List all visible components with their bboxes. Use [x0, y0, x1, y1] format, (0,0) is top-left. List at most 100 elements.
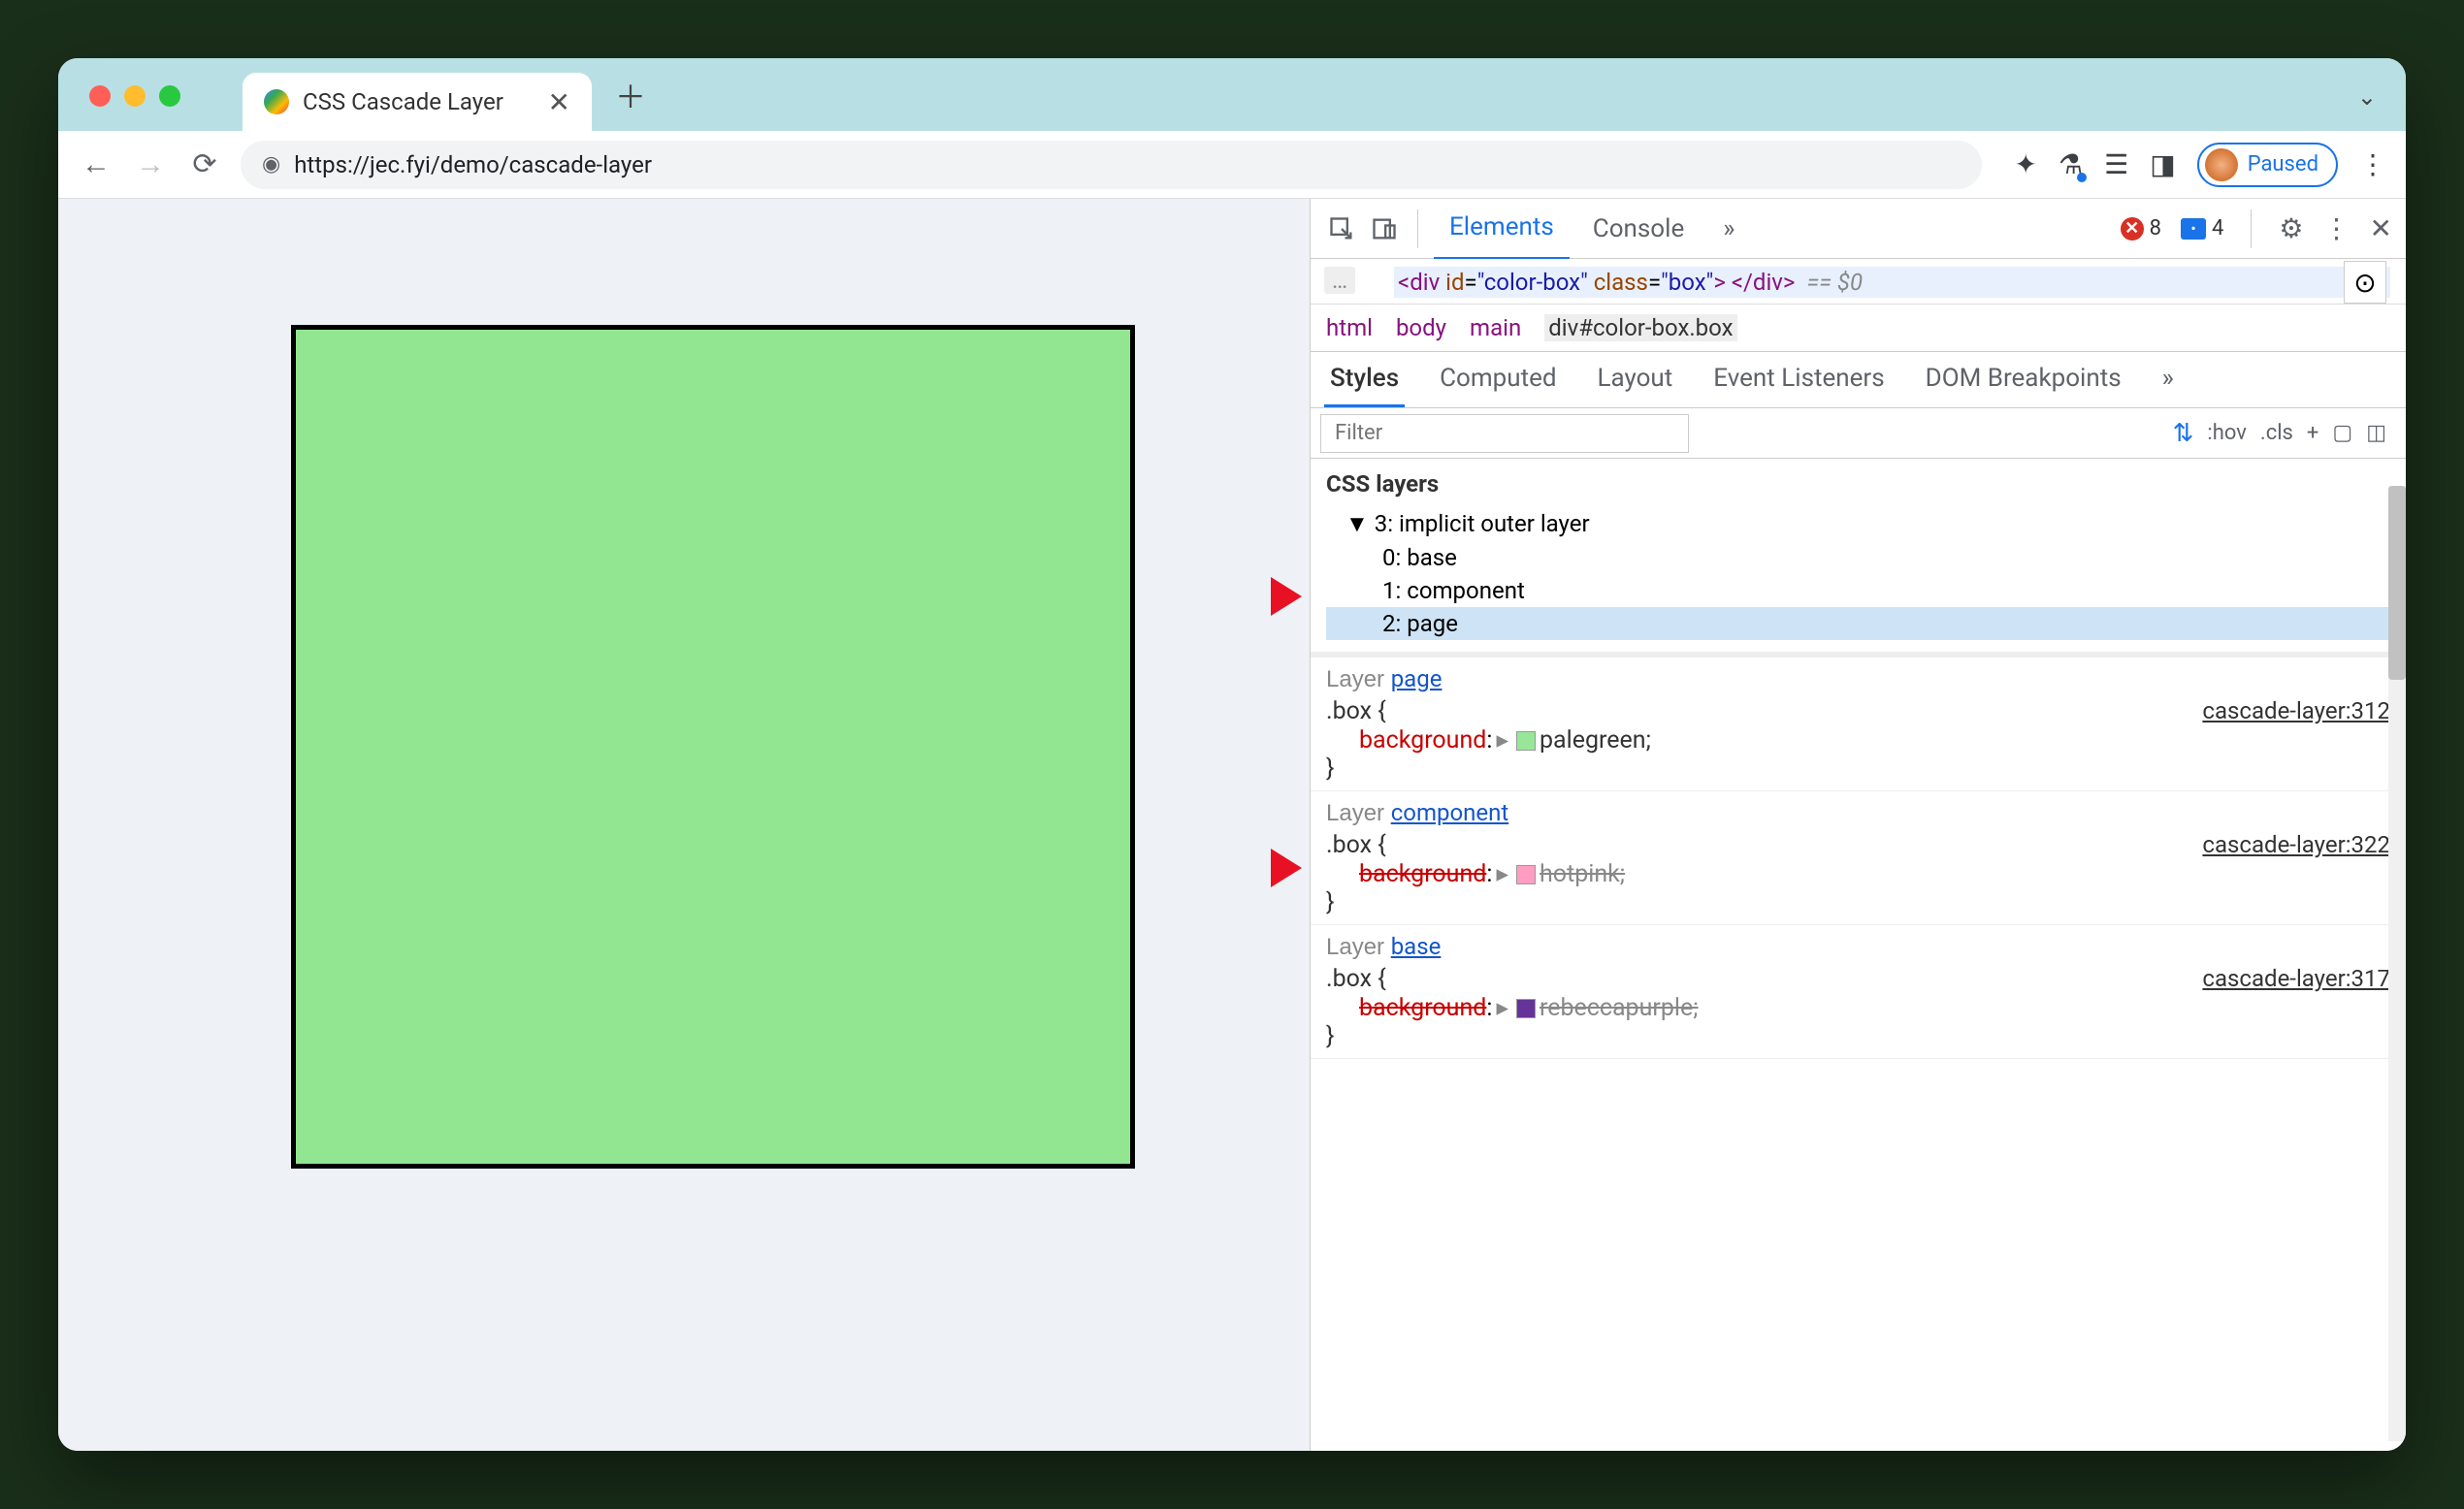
tab-console[interactable]: Console	[1577, 199, 1700, 259]
settings-icon[interactable]: ⚙	[2279, 212, 2303, 244]
rule-selector[interactable]: .box {	[1326, 965, 1386, 993]
message-count-badge[interactable]: •4	[2181, 216, 2223, 241]
devtools-panel: Elements Console » ✕8 •4 ⚙ ⋮ ✕ … <div id…	[1310, 199, 2406, 1451]
rule-source-link[interactable]: cascade-layer:312	[2202, 697, 2390, 725]
url-field[interactable]: ◉ https://jec.fyi/demo/cascade-layer	[241, 141, 1982, 189]
cls-toggle[interactable]: .cls	[2260, 421, 2293, 445]
style-rule: Layer base .box { cascade-layer:317 backg…	[1311, 925, 2406, 1059]
layer-item-base[interactable]: 0: base	[1326, 541, 2390, 574]
color-swatch-icon[interactable]	[1516, 731, 1536, 751]
rule-property[interactable]: background:▸palegreen;	[1326, 725, 2390, 754]
tab-computed[interactable]: Computed	[1434, 352, 1562, 407]
crumb-body[interactable]: body	[1396, 314, 1446, 341]
layer-link[interactable]: base	[1391, 933, 1442, 960]
toolbar-icons: ✦ ⚗ ☰ ◨ Paused ⋮	[2015, 143, 2386, 187]
paused-label: Paused	[2248, 152, 2318, 177]
rule-layer-label: Layer component	[1326, 799, 2390, 827]
css-layers-heading: CSS layers	[1326, 470, 2390, 498]
crumb-selected[interactable]: div#color-box.box	[1544, 314, 1736, 341]
sidebar-toggle-icon[interactable]: ◫	[2366, 421, 2386, 445]
rule-source-link[interactable]: cascade-layer:322	[2202, 831, 2390, 859]
layer-link[interactable]: page	[1391, 665, 1443, 692]
site-info-icon[interactable]: ◉	[262, 152, 280, 177]
layer-link[interactable]: component	[1391, 799, 1509, 826]
annotation-arrow-icon	[1234, 567, 1302, 626]
styles-tabs: Styles Computed Layout Event Listeners D…	[1311, 352, 2406, 408]
tab-more[interactable]: »	[1707, 199, 1750, 259]
rule-close-brace: }	[1326, 1022, 2390, 1050]
close-window-button[interactable]	[89, 85, 111, 107]
reload-button[interactable]: ⟳	[186, 146, 223, 183]
browser-tab[interactable]: CSS Cascade Layer ✕	[243, 73, 592, 131]
dom-tree[interactable]: … <div id="color-box" class="box"> </div…	[1311, 259, 2406, 305]
rule-property[interactable]: background:▸hotpink;	[1326, 859, 2390, 888]
tab-layout[interactable]: Layout	[1592, 352, 1679, 407]
rule-layer-label: Layer base	[1326, 933, 2390, 961]
forward-button[interactable]: →	[132, 146, 169, 183]
tabs-dropdown-icon[interactable]: ⌄	[2357, 83, 2377, 111]
close-devtools-icon[interactable]: ✕	[2370, 212, 2392, 244]
url-text: https://jec.fyi/demo/cascade-layer	[294, 151, 652, 178]
css-layers-section: CSS layers ▼3: implicit outer layer 0: b…	[1311, 459, 2406, 658]
style-rule: Layer component .box {cascade-layer:322 …	[1311, 791, 2406, 925]
rule-close-brace: }	[1326, 888, 2390, 916]
main-content: Elements Console » ✕8 •4 ⚙ ⋮ ✕ … <div id…	[58, 199, 2406, 1451]
device-mode-icon[interactable]: ▢	[2332, 421, 2352, 445]
maximize-window-button[interactable]	[159, 85, 180, 107]
profile-paused-badge[interactable]: Paused	[2197, 143, 2338, 187]
crumb-html[interactable]: html	[1326, 314, 1373, 341]
scrollbar[interactable]	[2388, 486, 2406, 1441]
minimize-window-button[interactable]	[124, 85, 146, 107]
inspect-element-icon[interactable]	[1324, 211, 1359, 246]
layer-item-page[interactable]: 2: page	[1326, 607, 2390, 640]
tab-event-listeners[interactable]: Event Listeners	[1707, 352, 1890, 407]
rule-close-brace: }	[1326, 754, 2390, 783]
address-bar: ← → ⟳ ◉ https://jec.fyi/demo/cascade-lay…	[58, 131, 2406, 199]
tab-title: CSS Cascade Layer	[303, 88, 503, 115]
tab-styles[interactable]: Styles	[1324, 352, 1405, 407]
error-count-badge[interactable]: ✕8	[2121, 216, 2161, 241]
toggle-layers-icon[interactable]: ⇅	[2173, 419, 2194, 448]
color-box	[291, 325, 1135, 1169]
styles-body: CSS layers ▼3: implicit outer layer 0: b…	[1311, 459, 2406, 1451]
annotation-arrow-icon	[1234, 839, 1302, 897]
new-rule-button[interactable]: +	[2307, 421, 2318, 445]
rule-selector[interactable]: .box {	[1326, 697, 1386, 725]
device-toolbar-icon[interactable]	[1367, 211, 1402, 246]
new-tab-button[interactable]: ＋	[615, 73, 646, 117]
styles-filter-input[interactable]	[1320, 414, 1689, 453]
rule-layer-label: Layer page	[1326, 665, 2390, 693]
layer-tree-root[interactable]: ▼3: implicit outer layer	[1326, 507, 2390, 541]
layer-item-component[interactable]: 1: component	[1326, 574, 2390, 607]
rule-property[interactable]: background:▸rebeccapurple;	[1326, 993, 2390, 1022]
color-swatch-icon[interactable]	[1516, 999, 1536, 1018]
style-rule: Layer page .box { cascade-layer:312 backg…	[1311, 658, 2406, 791]
hov-toggle[interactable]: :hov	[2207, 421, 2247, 445]
back-button[interactable]: ←	[78, 146, 114, 183]
window-controls	[89, 85, 180, 107]
page-viewport	[58, 199, 1310, 1451]
menu-icon[interactable]: ⋮	[2359, 148, 2386, 180]
accessibility-icon[interactable]: ⊙	[2344, 261, 2386, 304]
avatar-icon	[2205, 148, 2238, 181]
dom-ellipsis[interactable]: …	[1324, 267, 1355, 294]
browser-tabstrip: CSS Cascade Layer ✕ ＋ ⌄	[58, 58, 2406, 131]
styles-filter-bar: ⇅ :hov .cls + ▢ ◫	[1311, 408, 2406, 459]
color-swatch-icon[interactable]	[1516, 865, 1536, 884]
favicon-icon	[264, 89, 289, 114]
tab-dom-breakpoints[interactable]: DOM Breakpoints	[1920, 352, 2127, 407]
reading-list-icon[interactable]: ☰	[2104, 148, 2128, 180]
tab-elements[interactable]: Elements	[1434, 197, 1570, 260]
rule-source-link[interactable]: cascade-layer:317	[2202, 965, 2390, 993]
rule-selector[interactable]: .box {	[1326, 831, 1386, 859]
browser-window: CSS Cascade Layer ✕ ＋ ⌄ ← → ⟳ ◉ https://…	[58, 58, 2406, 1451]
close-tab-button[interactable]: ✕	[548, 86, 570, 118]
crumb-main[interactable]: main	[1470, 314, 1521, 341]
extensions-icon[interactable]: ✦	[2015, 148, 2037, 180]
kebab-menu-icon[interactable]: ⋮	[2323, 212, 2351, 244]
tab-more-styles[interactable]: »	[2156, 352, 2180, 407]
dom-breadcrumbs: html body main div#color-box.box	[1311, 305, 2406, 352]
panel-icon[interactable]: ◨	[2150, 148, 2175, 180]
dom-selected-line[interactable]: <div id="color-box" class="box"> </div>=…	[1394, 267, 2390, 298]
lighthouse-icon[interactable]: ⚗	[2059, 148, 2083, 180]
